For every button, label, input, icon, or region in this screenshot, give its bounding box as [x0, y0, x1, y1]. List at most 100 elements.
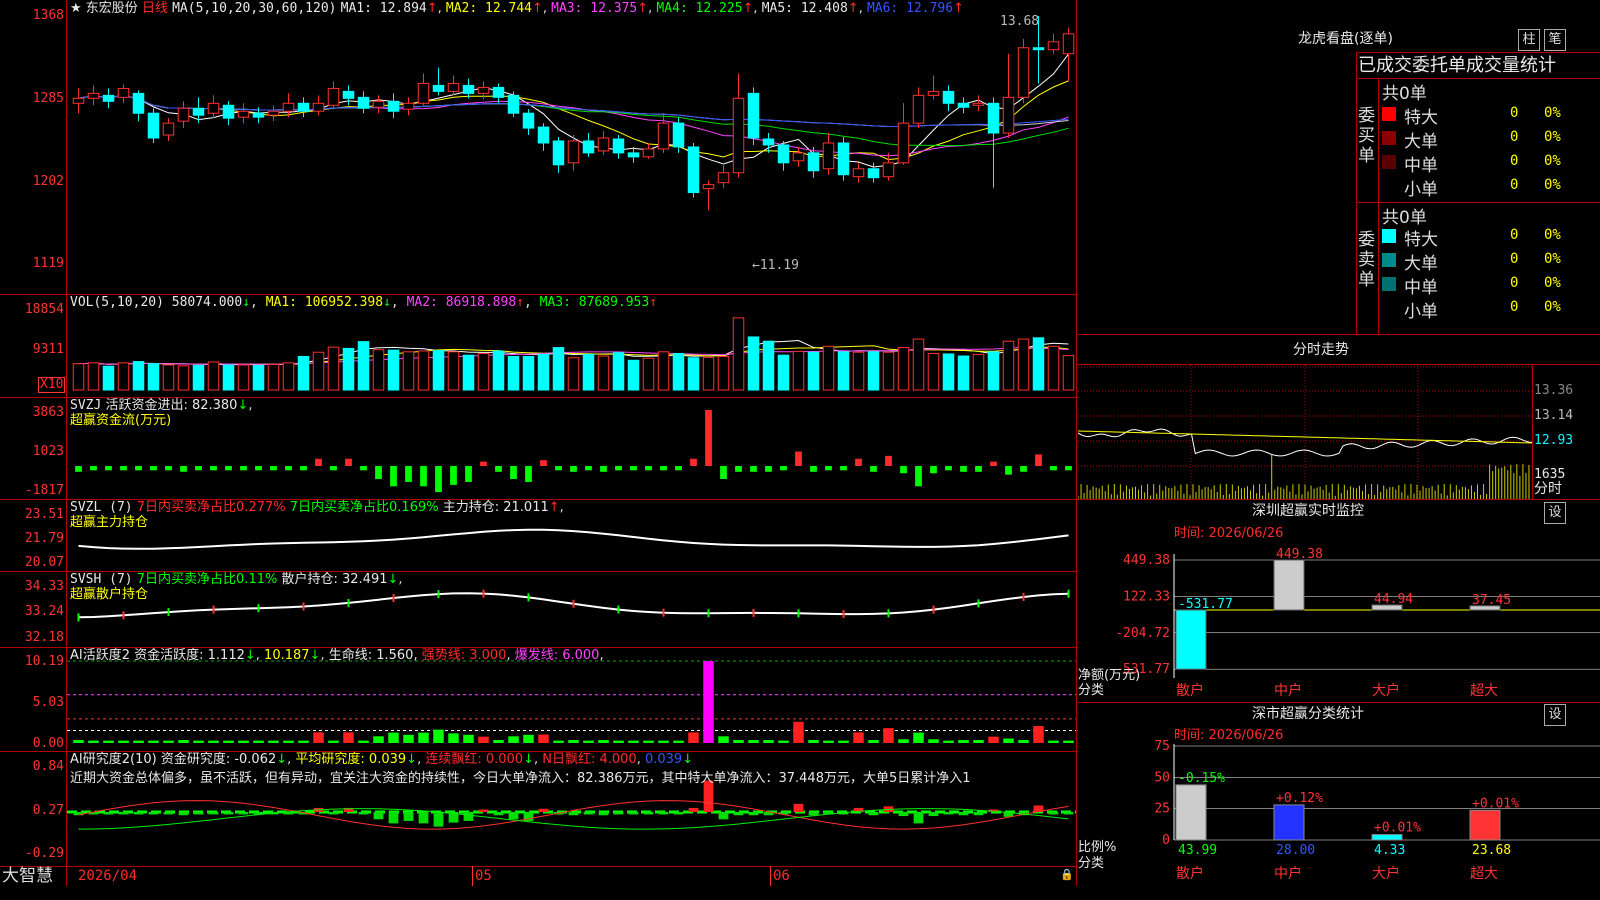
svzl-subtitle: 超赢主力持仓: [70, 515, 149, 530]
activity-bar: [823, 740, 834, 743]
activity-bar: [178, 740, 189, 743]
flow-bar: [930, 466, 937, 474]
candle-body: [672, 122, 685, 148]
research-bar: [973, 812, 984, 816]
sz-class-settings-button[interactable]: 设: [1544, 704, 1566, 726]
sz-monitor-settings-button[interactable]: 设: [1544, 502, 1566, 524]
vol-bar: [717, 355, 730, 391]
candle-body: [162, 122, 175, 136]
candle-body: [717, 172, 730, 184]
brand-logo[interactable]: 大智慧: [2, 866, 53, 886]
class-tick: 25: [1154, 802, 1170, 817]
sell-order-count: 0: [1510, 251, 1519, 267]
research-bar: [388, 812, 399, 824]
sz-class-chart[interactable]: 75 50 25 0 -0.15% 43.99 散户 +0.12% 28.00 中户 +0.01% 4…: [1078, 740, 1600, 900]
flow-bar: [735, 466, 742, 472]
flow-bar: [255, 466, 262, 471]
flow-bar: [780, 466, 787, 471]
flow-bar: [750, 466, 757, 472]
activity-bar: [223, 740, 234, 743]
candle-body: [312, 102, 325, 112]
activity-bar: [898, 739, 909, 743]
vol-unit-badge[interactable]: X10: [38, 377, 66, 393]
volume-chart[interactable]: [67, 295, 1076, 397]
fund-flow-chart[interactable]: [67, 398, 1076, 499]
activity-bar: [643, 740, 654, 743]
vol-bar: [342, 347, 355, 391]
research-chart[interactable]: [67, 752, 1076, 866]
monitor-tick: 122.33: [1123, 589, 1170, 604]
svzl-tick: 23.51: [24, 507, 64, 522]
tick-view-button[interactable]: 笔: [1544, 29, 1566, 51]
svzj-legend: SVZJ 活跃资金进出: 82.380↓,: [70, 398, 253, 413]
vol-bar: [822, 345, 835, 391]
activity-bar: [283, 740, 294, 743]
main-force-line: [78, 528, 1069, 550]
flow-bar: [150, 466, 157, 471]
flow-bar: [285, 466, 292, 471]
activity-bar: [463, 734, 474, 743]
activity-bar: [343, 732, 354, 743]
vol-bar: [702, 356, 715, 391]
flow-bar: [390, 466, 397, 487]
activity-chart[interactable]: [67, 648, 1076, 751]
intraday-chart[interactable]: [1078, 365, 1532, 499]
research-bar: [403, 812, 414, 821]
flow-bar: [915, 466, 922, 487]
ai1-legend: AI活跃度2 资金活跃度: 1.112↓, 10.187↓, 生命线: 1.56…: [70, 648, 604, 663]
sz-class-title: 深市超赢分类统计: [1252, 706, 1364, 722]
research-bar: [673, 812, 684, 815]
candle-body: [597, 137, 610, 152]
activity-bar: [1018, 740, 1029, 743]
candle-body: [942, 90, 955, 104]
candle-body: [642, 148, 655, 158]
activity-bar: [1033, 726, 1044, 743]
candle-body: [237, 110, 250, 118]
research-bar: [613, 812, 624, 815]
flow-bar: [705, 410, 712, 466]
flow-bar: [90, 466, 97, 471]
lock-icon[interactable]: 🔒: [1060, 867, 1074, 882]
research-bar: [223, 812, 234, 815]
vol-bar: [477, 353, 490, 391]
column-view-button[interactable]: 柱: [1518, 29, 1540, 51]
sell-order-color-swatch: [1382, 229, 1396, 243]
candle-body: [147, 112, 160, 139]
vol-bar: [312, 351, 325, 391]
activity-bar: [628, 740, 639, 743]
svzl-legend: SVZL (7) 7日内买卖净占比0.277% 7日内买卖净占比0.169% 主…: [70, 500, 564, 515]
research-bar: [898, 812, 909, 817]
candle-body: [267, 110, 280, 116]
sz-monitor-chart[interactable]: 449.38122.33-204.72-531.77-531.77散户449.3…: [1078, 540, 1600, 700]
flow-bar: [420, 466, 427, 487]
flow-bar: [630, 466, 637, 471]
flow-bar: [345, 458, 352, 466]
candle-body: [867, 168, 880, 179]
class-tick: 50: [1154, 770, 1170, 785]
candle-body: [822, 142, 835, 170]
candle-body: [192, 107, 205, 116]
intraday-tick: 12.93: [1534, 433, 1574, 448]
vol-bar: [357, 341, 370, 391]
activity-bar: [598, 740, 609, 743]
sell-order-count: 0: [1510, 275, 1519, 291]
flow-bar: [360, 466, 367, 471]
sell-order-color-swatch: [1382, 253, 1396, 267]
period-label[interactable]: 日线: [142, 1, 168, 16]
vol-bar: [267, 364, 280, 391]
monitor-category: 超大: [1470, 683, 1498, 699]
sz-monitor-time: 时间: 2026/06/26: [1174, 526, 1284, 541]
candlestick-chart[interactable]: [67, 0, 1076, 294]
dragon-title: 龙虎看盘(逐单): [1298, 31, 1393, 47]
candle-body: [687, 146, 700, 194]
activity-bar: [193, 740, 204, 743]
class-value-label: 23.68: [1472, 843, 1511, 858]
buy-order-color-swatch: [1382, 131, 1396, 145]
research-bar: [508, 812, 519, 820]
candle-body: [507, 94, 520, 114]
ma5-value: MA5: 12.408: [761, 1, 848, 16]
class-tick: 0: [1162, 833, 1170, 848]
vol-bar: [207, 361, 220, 391]
intraday-footer[interactable]: 分时: [1534, 482, 1562, 497]
favorite-star-icon[interactable]: ★: [70, 1, 82, 16]
